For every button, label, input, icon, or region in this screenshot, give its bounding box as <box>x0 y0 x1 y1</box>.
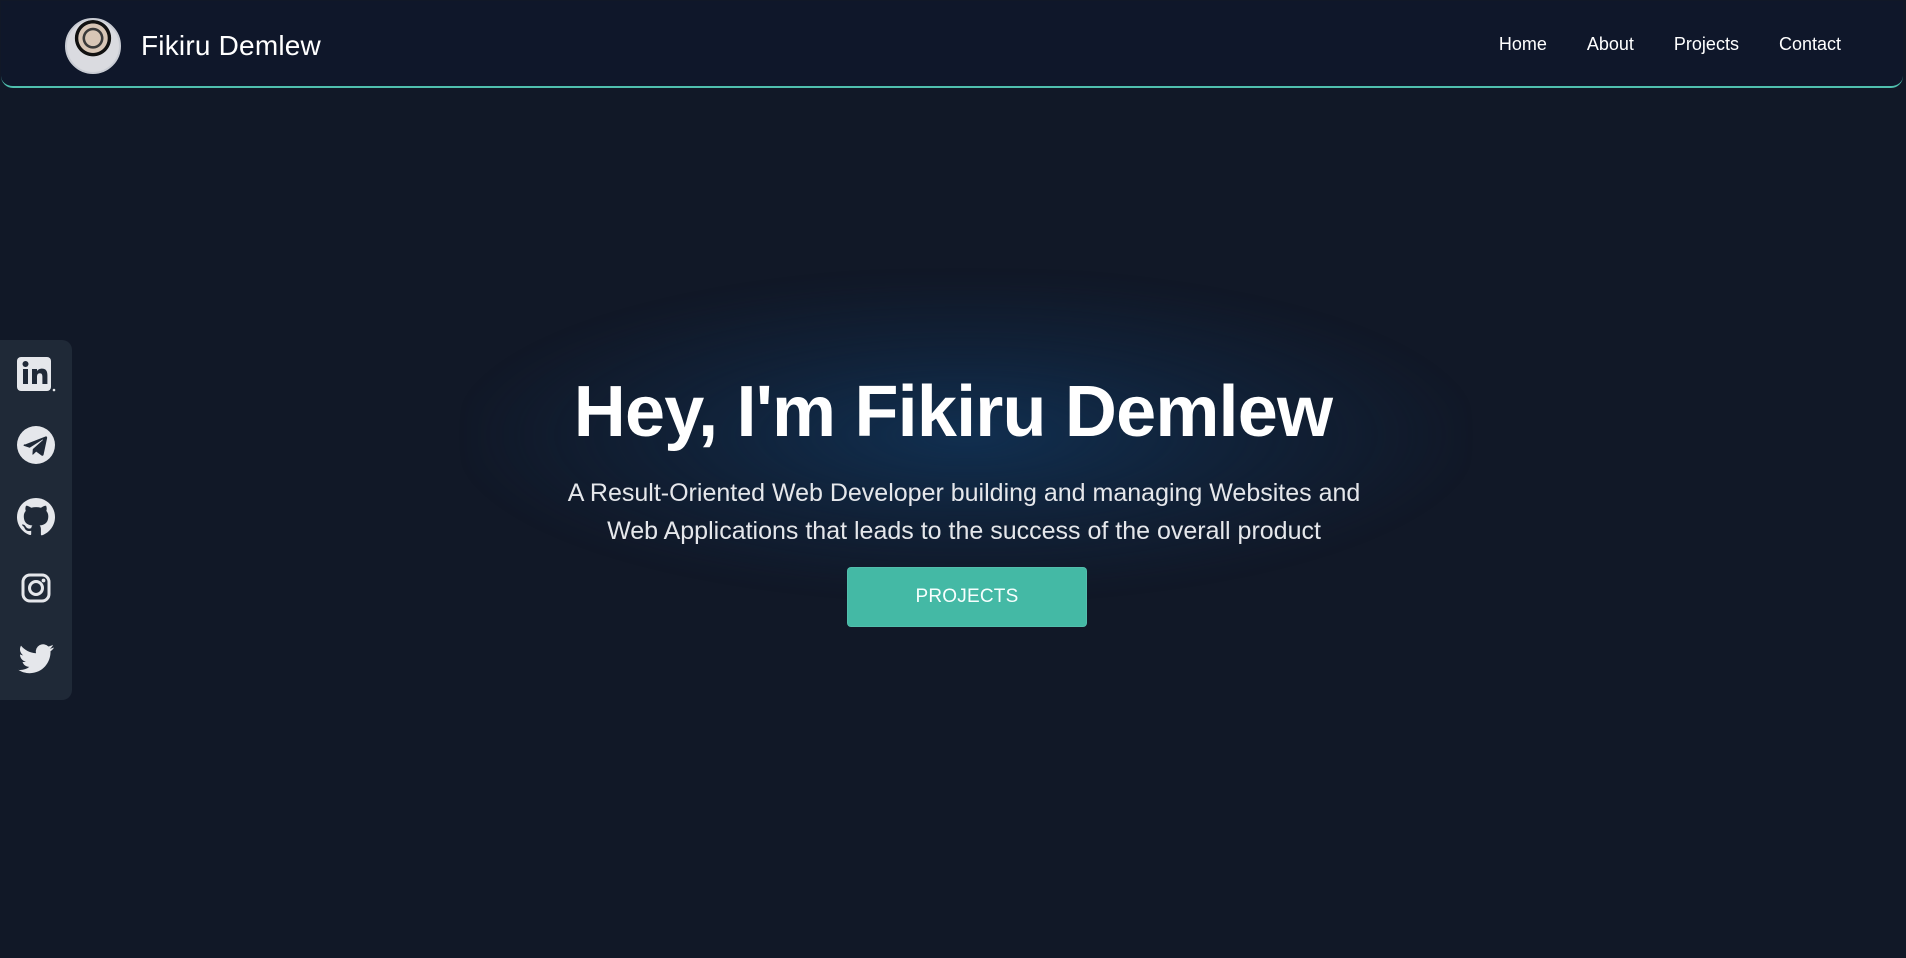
navbar: Fikiru Demlew Home About Projects Contac… <box>1 1 1903 88</box>
brand-name: Fikiru Demlew <box>141 30 321 61</box>
main-navigation: Home About Projects Contact <box>1499 34 1841 55</box>
brand[interactable]: Fikiru Demlew <box>65 17 321 75</box>
hero-title: Hey, I'm Fikiru Demlew <box>573 372 1333 453</box>
twitter-icon[interactable] <box>16 639 56 679</box>
nav-home-link[interactable]: Home <box>1499 34 1547 55</box>
nav-projects-link[interactable]: Projects <box>1674 34 1739 55</box>
profile-avatar <box>65 18 121 74</box>
hero-subtitle: A Result-Oriented Web Developer building… <box>567 479 1361 545</box>
github-icon[interactable] <box>16 497 56 537</box>
nav-contact-link[interactable]: Contact <box>1779 34 1841 55</box>
nav-about-link[interactable]: About <box>1587 34 1634 55</box>
projects-button[interactable]: PROJECTS <box>847 567 1087 627</box>
portfolio-page: Fikiru Demlew Home About Projects Contac… <box>0 0 1906 958</box>
instagram-icon[interactable] <box>16 568 56 608</box>
